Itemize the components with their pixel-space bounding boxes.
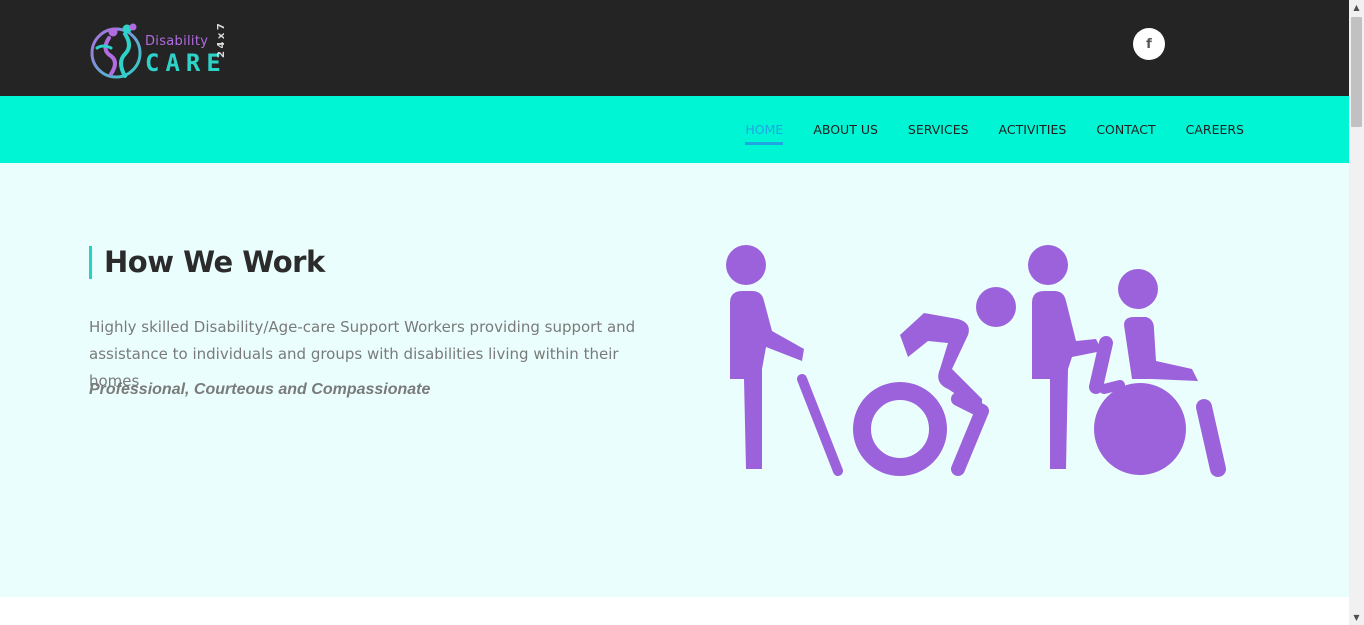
next-section-edge	[0, 597, 1349, 625]
nav-menu: HOME ABOUT US SERVICES ACTIVITIES CONTAC…	[745, 96, 1244, 163]
hero-tagline: Professional, Courteous and Compassionat…	[89, 381, 431, 398]
vertical-scrollbar[interactable]: ▲ ▼	[1349, 0, 1364, 625]
heading-accent: How We Work	[89, 246, 325, 279]
scroll-up-arrow-icon[interactable]: ▲	[1349, 0, 1364, 15]
logo-emblem-icon	[90, 23, 142, 79]
nav-item-services[interactable]: SERVICES	[908, 122, 969, 137]
nav-item-careers[interactable]: CAREERS	[1186, 122, 1244, 137]
nav-item-home[interactable]: HOME	[745, 122, 783, 145]
nav-item-about-us[interactable]: ABOUT US	[813, 122, 878, 137]
scroll-down-arrow-icon[interactable]: ▼	[1349, 610, 1364, 625]
disability-support-figures-icon	[726, 245, 1226, 477]
hero-section: How We Work Highly skilled Disability/Ag…	[0, 163, 1349, 597]
scrollbar-thumb[interactable]	[1351, 17, 1362, 127]
logo-badge-24x7: 24x7	[216, 20, 227, 58]
nav-item-contact[interactable]: CONTACT	[1096, 122, 1155, 137]
page: Disability CARE 24x7 f HOME ABOUT US SER…	[0, 0, 1349, 625]
main-navigation: HOME ABOUT US SERVICES ACTIVITIES CONTAC…	[0, 96, 1349, 163]
page-title: How We Work	[104, 245, 325, 279]
site-logo[interactable]: Disability CARE 24x7	[89, 20, 249, 82]
nav-item-activities[interactable]: ACTIVITIES	[999, 122, 1067, 137]
logo-word-care: CARE	[145, 49, 227, 77]
facebook-button[interactable]: f	[1133, 28, 1165, 60]
facebook-icon: f	[1146, 36, 1152, 52]
logo-word-disability: Disability	[145, 34, 209, 49]
top-bar: Disability CARE 24x7 f	[0, 0, 1349, 96]
